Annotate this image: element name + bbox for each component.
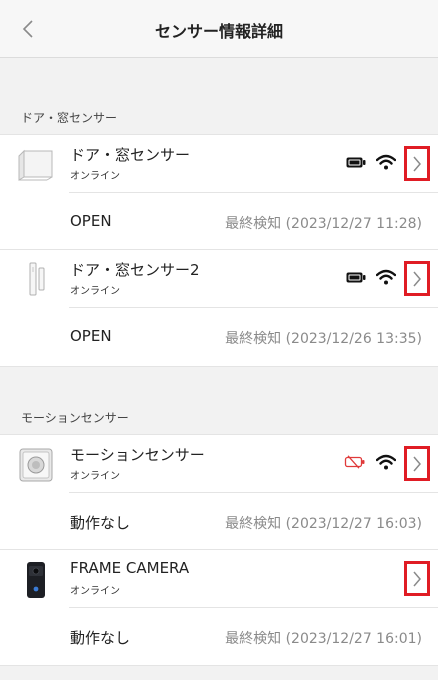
page-title: センサー情報詳細 bbox=[154, 22, 283, 41]
device-state-row: OPEN 最終検知 (2023/12/27 11:28) bbox=[0, 193, 438, 250]
section-header-door-window: ドア・窓センサー bbox=[0, 98, 438, 134]
device-row[interactable]: ドア・窓センサー2 オンライン bbox=[0, 250, 438, 307]
device-thumbnail bbox=[16, 445, 56, 485]
status-icons bbox=[344, 451, 396, 473]
last-detected: 最終検知 (2023/12/27 16:01) bbox=[225, 631, 422, 647]
device-card: FRAME CAMERA オンライン 動作なし 最終検知 (2023/12/27… bbox=[0, 550, 438, 666]
last-detected: 最終検知 (2023/12/27 11:28) bbox=[225, 216, 422, 232]
camera-icon bbox=[27, 562, 45, 598]
wifi-icon bbox=[376, 269, 396, 285]
device-card: モーションセンサー オンライン 動作なし 最終検知 (2023/12/27 16… bbox=[0, 434, 438, 550]
device-detail-button[interactable] bbox=[404, 561, 430, 596]
device-state: OPEN bbox=[70, 212, 112, 230]
device-card: ドア・窓センサー オンライン OPEN 最終検知 (2023/12/27 11:… bbox=[0, 134, 438, 250]
device-state-row: 動作なし 最終検知 (2023/12/27 16:01) bbox=[0, 608, 438, 665]
section-title: モーションセンサー bbox=[21, 411, 129, 425]
chevron-right-icon bbox=[413, 271, 421, 286]
device-name: モーションセンサー bbox=[70, 446, 205, 464]
door-window-sensor-icon bbox=[29, 262, 45, 296]
device-state-row: OPEN 最終検知 (2023/12/26 13:35) bbox=[0, 308, 438, 365]
last-detected: 最終検知 (2023/12/27 16:03) bbox=[225, 516, 422, 532]
device-state: 動作なし bbox=[70, 629, 131, 647]
battery-icon bbox=[346, 272, 366, 282]
device-card: ドア・窓センサー2 オンライン OPEN 最終検知 (2023/12/26 13… bbox=[0, 250, 438, 367]
device-row[interactable]: モーションセンサー オンライン bbox=[0, 435, 438, 492]
status-icons bbox=[346, 151, 396, 173]
device-status: オンライン bbox=[70, 586, 120, 597]
device-thumbnail bbox=[16, 560, 56, 600]
wifi-icon bbox=[376, 454, 396, 470]
device-detail-button[interactable] bbox=[404, 446, 430, 481]
device-row[interactable]: ドア・窓センサー オンライン bbox=[0, 135, 438, 192]
battery-icon bbox=[346, 157, 366, 167]
device-row[interactable]: FRAME CAMERA オンライン bbox=[0, 550, 438, 607]
device-detail-button[interactable] bbox=[404, 261, 430, 296]
device-state: OPEN bbox=[70, 327, 112, 345]
chevron-right-icon bbox=[413, 571, 421, 586]
device-detail-button[interactable] bbox=[404, 146, 430, 181]
device-status: オンライン bbox=[70, 286, 120, 297]
status-icons bbox=[346, 266, 396, 288]
nav-bar: センサー情報詳細 bbox=[0, 0, 438, 58]
device-status: オンライン bbox=[70, 171, 120, 182]
door-window-sensor-icon bbox=[18, 149, 53, 181]
wifi-icon bbox=[376, 154, 396, 170]
battery-alert-icon bbox=[344, 455, 365, 469]
device-thumbnail bbox=[16, 145, 56, 185]
device-name: ドア・窓センサー bbox=[70, 146, 191, 164]
device-name: FRAME CAMERA bbox=[70, 559, 190, 577]
section-title: ドア・窓センサー bbox=[21, 111, 118, 125]
device-state-row: 動作なし 最終検知 (2023/12/27 16:03) bbox=[0, 493, 438, 550]
motion-sensor-icon bbox=[19, 448, 53, 482]
device-state: 動作なし bbox=[70, 514, 131, 532]
section-header-motion: モーションセンサー bbox=[0, 398, 438, 434]
device-name: ドア・窓センサー2 bbox=[70, 261, 200, 279]
chevron-right-icon bbox=[413, 456, 421, 471]
last-detected: 最終検知 (2023/12/26 13:35) bbox=[225, 331, 422, 347]
device-status: オンライン bbox=[70, 471, 120, 482]
device-thumbnail bbox=[16, 260, 56, 300]
chevron-right-icon bbox=[413, 156, 421, 171]
